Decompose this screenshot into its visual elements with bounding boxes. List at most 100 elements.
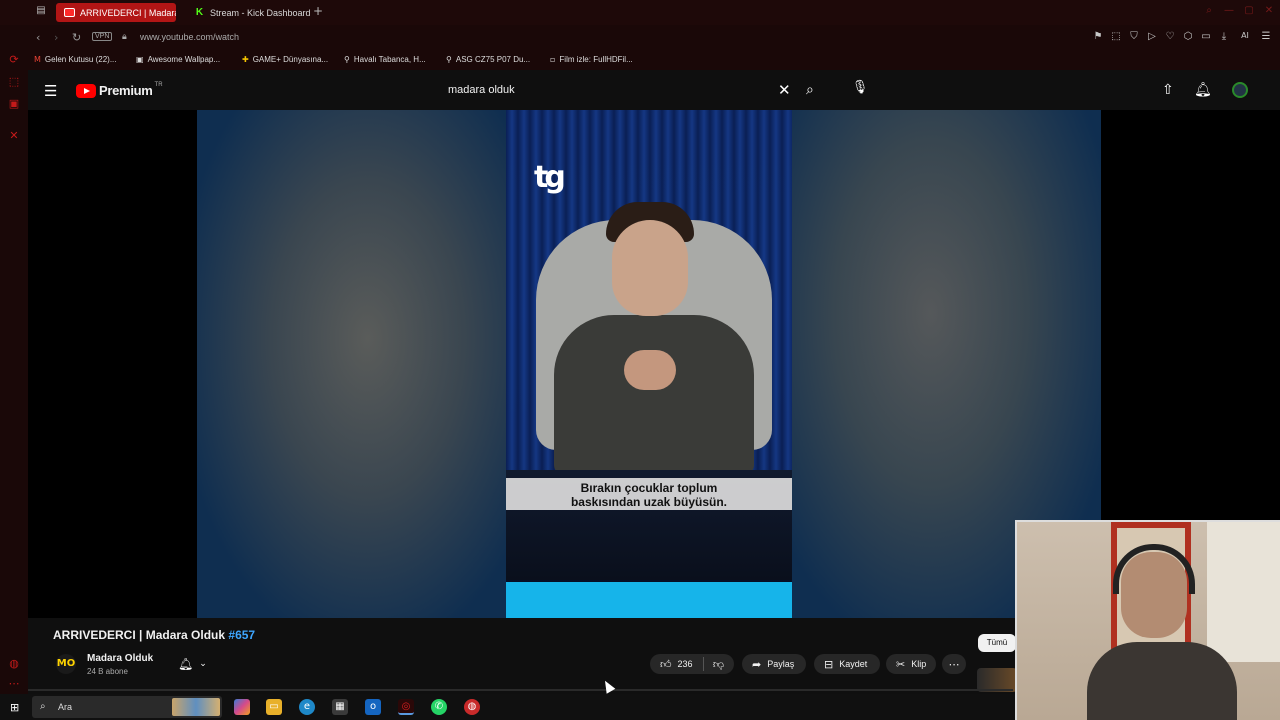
more-actions-button[interactable]: ⋯ [942,654,966,674]
copilot-icon[interactable] [234,699,250,715]
wallet-icon[interactable]: ▭ [1200,31,1212,42]
store-icon[interactable]: ▦ [332,699,348,715]
mouse-cursor-icon [600,678,616,694]
heart-icon[interactable]: ♡ [1164,31,1176,42]
vpn-badge[interactable]: VPN [92,32,113,41]
bookmark-item[interactable]: M Gelen Kutusu (22)... [34,55,117,64]
like-icon[interactable]: 👍︎ [660,658,672,671]
more-icon[interactable]: ⋯ [7,676,21,690]
speaker-torso [554,315,754,475]
subtitle-line: Bırakın çocuklar toplum [580,481,718,495]
video-title: ARRIVEDERCI | Madara Olduk #657 [53,628,255,642]
minimize-icon[interactable]: — [1222,5,1236,19]
clear-search-icon[interactable]: ✕ [778,81,791,99]
shield-icon[interactable]: ⛉ [1128,31,1140,42]
upload-icon[interactable]: ⇧ [1162,82,1174,98]
opera-gx-icon[interactable]: ◎ [398,699,414,715]
url-field[interactable]: www.youtube.com/watch [140,32,239,42]
browser-sidebar: ◉ ⟳ ⬚ ▣ ✕ ◍ ⋯ [0,0,28,694]
reload-icon[interactable]: ↻ [72,31,81,44]
windows-taskbar: ⊞ ⌕ Ara ▭ e ▦ o ◎ ✆ ◍ [0,694,1015,720]
like-dislike-group: 👍︎ 236 👎︎ [650,654,734,674]
notifications-bell-icon[interactable]: 🔔︎ [1194,82,1212,98]
forward-icon[interactable]: › [54,31,58,44]
channel-name[interactable]: Madara Olduk [87,653,153,664]
lock-icon[interactable]: 🔒︎ [122,31,127,42]
search-highlight-image [172,698,220,716]
pistol-icon: ⚲ [344,55,350,64]
screenshot-icon[interactable]: ⬚ [1110,31,1122,42]
save-button[interactable]: ⊟ Kaydet [814,654,880,674]
close-icon[interactable]: ✕ [1262,5,1276,19]
search-icon: ⌕ [40,701,46,712]
x-twitter-icon[interactable]: ✕ [7,128,21,142]
streamer-body [1087,642,1237,720]
bookmark-item[interactable]: ▫ Film izle: FullHDFil... [550,55,633,64]
wallpaper-icon: ▣ [136,55,144,64]
taskbar-search[interactable]: ⌕ Ara [32,696,222,718]
sidebar-app-icon[interactable]: ⬚ [7,74,21,88]
menu-icon[interactable]: ☰ [1260,31,1272,42]
hashtag-link[interactable]: #657 [228,628,255,642]
app-icon[interactable]: ◍ [464,699,480,715]
bookmark-item[interactable]: ✚ GAME+ Dünyasına... [242,55,328,64]
clip-label: Klip [911,659,927,669]
microphone-icon[interactable]: 🎙︎ [850,80,870,100]
address-bar: ‹ › ↻ VPN 🔒︎ www.youtube.com/watch ⚑ ⬚ ⛉… [28,25,1280,50]
tab-youtube[interactable]: ARRIVEDERCI | Madara Ol [56,3,176,22]
search-icon[interactable]: ⌕ [1202,5,1216,19]
extensions-icon[interactable]: ⬡ [1182,31,1194,42]
video-subtitle: Bırakın çocuklar toplum baskısından uzak… [506,478,792,510]
windows-start-icon[interactable]: ⊞ [10,701,19,714]
taskbar-search-placeholder: Ara [58,702,73,712]
subscription-bell-button[interactable]: 🔔︎ ⌄ [172,654,216,674]
background-window [1207,522,1280,662]
sidebar-app-icon[interactable]: ⟳ [7,52,21,66]
search-icon[interactable]: ⌕ [806,82,814,98]
account-avatar[interactable] [1232,82,1248,98]
search-input[interactable]: madara olduk ✕ [438,78,800,104]
youtube-logo[interactable]: Premium TR [76,82,163,98]
save-label: Kaydet [839,659,868,669]
new-tab-icon[interactable]: + [313,4,323,18]
ai-icon[interactable]: AI [1236,31,1254,42]
chip-all[interactable]: Tümü [978,634,1016,652]
clip-button[interactable]: ✂ Klip [886,654,936,674]
channel-watermark: tg [534,160,566,195]
dislike-icon[interactable]: 👎︎ [713,658,724,671]
maximize-icon[interactable]: ▢ [1242,5,1256,19]
streamer [1087,542,1237,720]
cyan-band [506,582,792,618]
speaker-head [612,220,688,316]
bookmark-icon: ⊟ [824,657,834,671]
channel-avatar[interactable]: MO [56,654,76,674]
share-button[interactable]: ➦ Paylaş [742,654,806,674]
youtube-favicon-icon [64,8,75,17]
youtube-header: ☰ Premium TR madara olduk ✕ ⌕ 🎙︎ ⇧ 🔔︎ [28,70,1280,110]
play-icon[interactable]: ▷ [1146,31,1158,42]
tab-label: ARRIVEDERCI | Madara Ol [80,7,176,18]
tab-menu-icon[interactable]: ▤ [34,5,48,19]
edge-icon[interactable]: e [299,699,315,715]
hamburger-menu-icon[interactable]: ☰ [44,82,57,100]
sidebar-app-icon[interactable]: ◍ [7,656,21,670]
more-icon: ⋯ [948,657,960,671]
bookmark-item[interactable]: ▣ Awesome Wallpap... [136,55,220,64]
download-icon[interactable]: ⤓ [1218,31,1230,42]
blurred-side-left [197,110,507,618]
outlook-icon[interactable]: o [365,699,381,715]
sidebar-app-icon[interactable]: ▣ [7,96,21,110]
subtitle-line: baskısından uzak büyüsün. [570,495,728,509]
youtube-play-icon [76,83,96,98]
bookmark-item[interactable]: ⚲ ASG CZ75 P07 Du... [446,55,530,64]
file-explorer-icon[interactable]: ▭ [266,699,282,715]
back-icon[interactable]: ‹ [36,31,40,44]
tab-label: Stream - Kick Dashboard [210,7,310,18]
whatsapp-icon[interactable]: ✆ [431,699,447,715]
like-count[interactable]: 236 [678,659,693,669]
bookmark-icon[interactable]: ⚑ [1092,31,1104,42]
tab-kick[interactable]: K Stream - Kick Dashboard [186,3,310,22]
bookmark-item[interactable]: ⚲ Havalı Tabanca, H... [344,55,426,64]
extension-toolbar: ⚑ ⬚ ⛉ ▷ ♡ ⬡ ▭ ⤓ AI ☰ [1092,31,1272,42]
share-icon: ➦ [752,657,762,671]
